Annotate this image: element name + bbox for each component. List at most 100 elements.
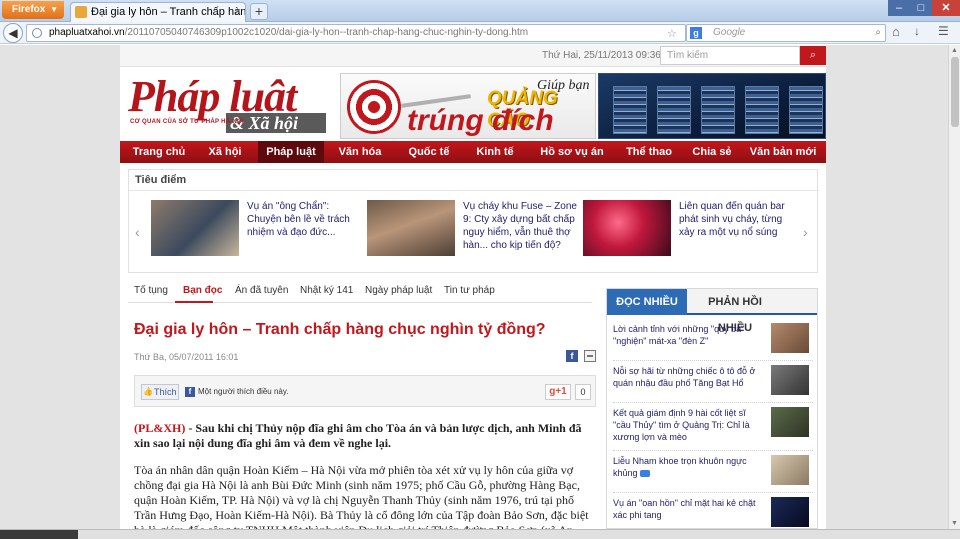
- advertising-banner[interactable]: Giúp bạn QUẢNG CÁO trúng đích: [340, 73, 596, 139]
- category-tab[interactable]: Tin tư pháp: [444, 285, 495, 296]
- featured-item[interactable]: Vụ án "ông Chẩn": Chuyện bên lề về trách…: [151, 200, 371, 256]
- browser-status-bar: [0, 529, 960, 539]
- site-page: Thứ Hai, 25/11/2013 09:36 Tìm kiếm ⌕ Phá…: [120, 45, 826, 529]
- sidebar-thumbnail[interactable]: [771, 365, 809, 395]
- featured-headline[interactable]: Liên quan đến quán bar phát sinh vụ cháy…: [679, 200, 797, 239]
- featured-headline[interactable]: Vụ án "ông Chẩn": Chuyện bên lề về trách…: [247, 200, 365, 239]
- featured-headline[interactable]: Vụ cháy khu Fuse – Zone 9: Cty xây dựng …: [463, 200, 581, 252]
- bookmarks-icon[interactable]: ☰: [938, 24, 949, 38]
- new-tab-button[interactable]: +: [250, 3, 268, 20]
- scroll-up-icon[interactable]: ▲: [951, 47, 958, 54]
- featured-section: Tiêu điểm ‹ Vụ án "ông Chẩn": Chuyện bên…: [128, 169, 819, 273]
- scroll-down-icon[interactable]: ▼: [951, 520, 958, 527]
- chevron-left-icon[interactable]: ‹: [135, 224, 140, 240]
- facebook-like-button[interactable]: Thích: [141, 384, 179, 400]
- sidebar-headline[interactable]: Nỗi sợ hãi từ những chiếc ô tô đỗ ở quán…: [613, 365, 765, 389]
- main-menu: Trang chủ Xã hội Pháp luật Văn hóa Quốc …: [120, 141, 826, 163]
- category-tab[interactable]: Án đã tuyên: [235, 285, 288, 296]
- browser-tab[interactable]: Đại gia ly hôn – Tranh chấp hàng chục n.…: [70, 2, 246, 22]
- google-icon[interactable]: g: [690, 27, 702, 39]
- article-title: Đại gia ly hôn – Tranh chấp hàng chục ng…: [134, 321, 546, 338]
- chevron-right-icon[interactable]: ›: [803, 224, 808, 240]
- scrollbar-thumb[interactable]: [951, 57, 959, 127]
- sidebar-thumbnail[interactable]: [771, 407, 809, 437]
- featured-item[interactable]: Vụ cháy khu Fuse – Zone 9: Cty xây dựng …: [367, 200, 587, 256]
- tab-most-replied[interactable]: PHẢN HỒI NHIỀU: [691, 289, 779, 334]
- sidebar-headline[interactable]: Liễu Nham khoe trọn khuôn ngực khủng: [613, 455, 765, 479]
- window-close-button[interactable]: ✕: [932, 0, 960, 16]
- article-date: Thứ Ba, 05/07/2011 16:01: [134, 352, 239, 362]
- menu-item[interactable]: Văn bản mới: [742, 141, 824, 163]
- article-body: Tòa án nhân dân quận Hoàn Kiếm – Hà Nội …: [134, 463, 589, 529]
- site-search-button[interactable]: ⌕: [800, 46, 826, 65]
- category-tab[interactable]: Ngày pháp luật: [365, 285, 432, 296]
- addon-bar[interactable]: [0, 530, 78, 539]
- back-arrow-icon[interactable]: ◀: [3, 23, 23, 43]
- sidebar-item[interactable]: Liễu Nham khoe trọn khuôn ngực khủng: [613, 453, 813, 493]
- category-tab[interactable]: Nhật ký 141: [300, 285, 353, 296]
- site-top-strip: Thứ Hai, 25/11/2013 09:36 Tìm kiếm ⌕: [120, 45, 826, 67]
- window-maximize-button[interactable]: □: [910, 0, 932, 16]
- print-icon[interactable]: [584, 350, 596, 362]
- browser-nav-bar: ◀ phapluatxahoi.vn/20110705040746309p100…: [0, 22, 960, 44]
- sidebar-thumbnail[interactable]: [771, 497, 809, 527]
- menu-item[interactable]: Quốc tế: [396, 141, 462, 163]
- category-tab-active[interactable]: Bạn đọc: [183, 285, 222, 296]
- home-icon[interactable]: ⌂: [892, 24, 900, 39]
- download-icon[interactable]: ↓: [914, 24, 920, 38]
- category-tab[interactable]: Tố tụng: [134, 285, 168, 296]
- featured-item[interactable]: Liên quan đến quán bar phát sinh vụ cháy…: [583, 200, 803, 256]
- target-icon: [347, 80, 401, 134]
- facebook-share-icon[interactable]: f: [566, 350, 578, 362]
- server-banner-image[interactable]: [598, 73, 826, 139]
- sidebar-headline[interactable]: Vụ án "oan hồn" chỉ mặt hai kẻ chặt xác …: [613, 497, 765, 521]
- sidebar-item[interactable]: Nỗi sợ hãi từ những chiếc ô tô đỗ ở quán…: [613, 363, 813, 403]
- menu-item[interactable]: Hồ sơ vụ án: [528, 141, 616, 163]
- sidebar-item[interactable]: Vụ án "oan hồn" chỉ mặt hai kẻ chặt xác …: [613, 495, 813, 529]
- server-rack: [789, 86, 823, 134]
- menu-item[interactable]: Trang chủ: [126, 141, 192, 163]
- window-minimize-button[interactable]: –: [888, 0, 910, 16]
- sidebar-headline[interactable]: Lời cảnh tỉnh với những "quý bà" "nghiện…: [613, 323, 765, 347]
- browser-tab-bar: Firefox ▼ Đại gia ly hôn – Tranh chấp hàn…: [0, 0, 960, 22]
- search-icon[interactable]: ⌕: [875, 25, 881, 41]
- most-read-sidebar: ĐỌC NHIỀU PHẢN HỒI NHIỀU Lời cảnh tỉnh v…: [606, 288, 818, 529]
- sidebar-item[interactable]: Lời cảnh tỉnh với những "quý bà" "nghiện…: [613, 321, 813, 361]
- google-plus-count: 0: [575, 384, 591, 400]
- page-viewport: Thứ Hai, 25/11/2013 09:36 Tìm kiếm ⌕ Phá…: [0, 45, 948, 529]
- vertical-scrollbar[interactable]: ▲ ▼: [948, 45, 960, 529]
- facebook-icon: f: [185, 387, 195, 397]
- browser-search-input[interactable]: g Google ⌕: [686, 24, 886, 42]
- menu-item-active[interactable]: Pháp luật: [258, 141, 324, 163]
- site-logo[interactable]: Pháp luật & Xã hội CƠ QUAN CỦA SỞ TƯ PHÁ…: [128, 75, 334, 139]
- menu-item[interactable]: Xã hội: [192, 141, 258, 163]
- featured-thumbnail[interactable]: [367, 200, 455, 256]
- globe-icon: [32, 28, 42, 38]
- bookmark-star-icon[interactable]: ☆: [667, 26, 677, 41]
- firefox-menu-button[interactable]: Firefox ▼: [2, 1, 64, 19]
- google-plus-button[interactable]: g+1: [545, 384, 571, 400]
- server-rack: [701, 86, 735, 134]
- url-bar[interactable]: phapluatxahoi.vn/20110705040746309p1002c…: [26, 24, 686, 42]
- camera-icon: [639, 470, 650, 478]
- menu-item[interactable]: Chia sẻ: [682, 141, 742, 163]
- tab-close-icon[interactable]: ×: [235, 3, 241, 21]
- server-rack: [613, 86, 647, 134]
- url-domain: phapluatxahoi.vn: [49, 27, 125, 38]
- site-favicon-icon: [75, 6, 87, 18]
- featured-thumbnail[interactable]: [151, 200, 239, 256]
- search-icon: ⌕: [809, 49, 817, 61]
- menu-item[interactable]: Văn hóa: [324, 141, 396, 163]
- featured-thumbnail[interactable]: [583, 200, 671, 256]
- menu-item[interactable]: Thể thao: [616, 141, 682, 163]
- sidebar-headline[interactable]: Kết quả giám định 9 hài cốt liệt sĩ "cầu…: [613, 407, 765, 443]
- social-share-box: Thích f Một người thích điều này. g+1 0: [134, 375, 596, 407]
- current-date: Thứ Hai, 25/11/2013 09:36: [542, 50, 661, 61]
- sidebar-item[interactable]: Kết quả giám định 9 hài cốt liệt sĩ "cầu…: [613, 405, 813, 451]
- menu-item[interactable]: Kinh tế: [462, 141, 528, 163]
- server-rack: [657, 86, 691, 134]
- tab-most-read[interactable]: ĐỌC NHIỀU: [607, 289, 687, 315]
- site-search-input[interactable]: Tìm kiếm: [660, 46, 800, 65]
- sidebar-thumbnail[interactable]: [771, 323, 809, 353]
- sidebar-thumbnail[interactable]: [771, 455, 809, 485]
